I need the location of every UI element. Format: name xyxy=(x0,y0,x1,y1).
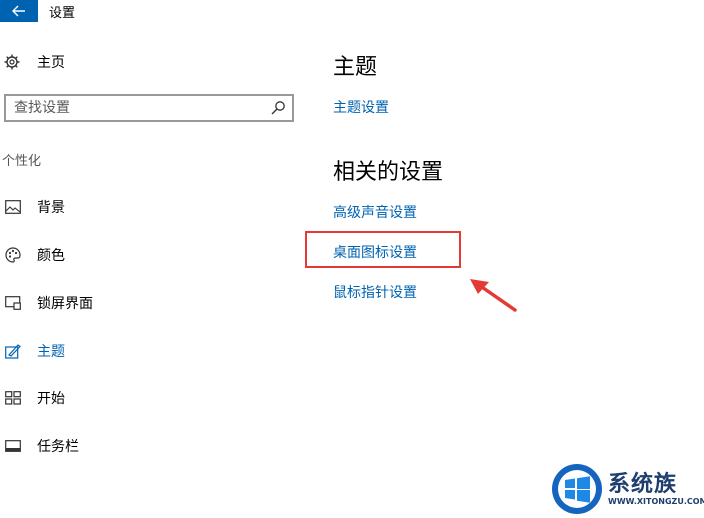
sidebar-item-themes[interactable]: 主题 xyxy=(4,339,65,363)
sidebar-item-label: 颜色 xyxy=(37,248,65,264)
sidebar-item-home[interactable]: 主页 xyxy=(4,50,65,74)
gear-icon xyxy=(4,54,20,70)
theme-brush-icon xyxy=(5,343,21,359)
theme-heading: 主题 xyxy=(333,55,378,80)
mouse-pointer-settings-link[interactable]: 鼠标指针设置 xyxy=(333,282,417,302)
advanced-sound-settings-link[interactable]: 高级声音设置 xyxy=(333,202,417,222)
sidebar-item-label: 背景 xyxy=(37,200,65,216)
back-button[interactable] xyxy=(0,0,38,22)
sidebar-item-colors[interactable]: 颜色 xyxy=(4,243,65,267)
start-grid-icon xyxy=(5,391,21,405)
window-title: 设置 xyxy=(49,6,76,21)
search-icon[interactable] xyxy=(270,100,286,116)
search-box[interactable] xyxy=(4,94,294,122)
lock-screen-icon xyxy=(5,296,21,310)
highlight-box xyxy=(305,231,461,268)
annotation-arrow-icon xyxy=(470,279,517,312)
watermark-name: 系统族 xyxy=(608,472,678,497)
sidebar-item-label: 锁屏界面 xyxy=(37,296,93,312)
theme-settings-link[interactable]: 主题设置 xyxy=(333,97,389,117)
arrow-left-icon xyxy=(12,5,25,17)
sidebar-item-taskbar[interactable]: 任务栏 xyxy=(4,434,79,458)
sidebar-item-lock-screen[interactable]: 锁屏界面 xyxy=(4,291,93,315)
sidebar-item-label: 主题 xyxy=(37,344,65,360)
picture-icon xyxy=(5,200,21,214)
palette-icon xyxy=(5,247,21,263)
watermark-url: WWW.XITONGZU.COM xyxy=(608,497,704,506)
sidebar-item-start[interactable]: 开始 xyxy=(4,386,65,410)
sidebar-item-label: 开始 xyxy=(37,391,65,407)
sidebar-item-background[interactable]: 背景 xyxy=(4,195,65,219)
section-label: 个性化 xyxy=(2,154,42,169)
taskbar-icon xyxy=(5,440,21,452)
home-label: 主页 xyxy=(37,55,65,71)
related-settings-heading: 相关的设置 xyxy=(333,160,444,185)
sidebar-item-label: 任务栏 xyxy=(37,439,79,455)
search-input[interactable] xyxy=(14,99,264,117)
